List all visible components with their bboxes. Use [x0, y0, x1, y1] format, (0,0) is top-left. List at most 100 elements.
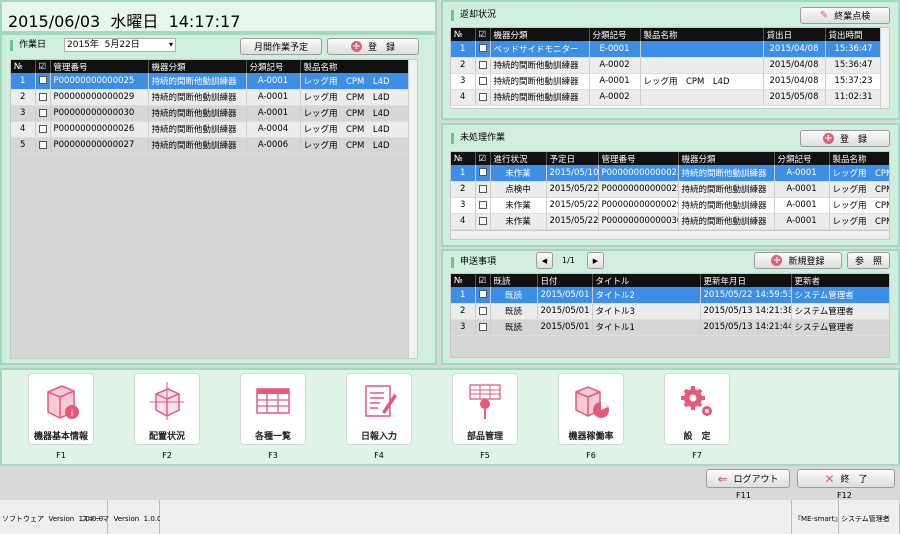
row-checkbox[interactable] [478, 200, 487, 209]
column-header[interactable]: 更新年月日 [700, 274, 792, 287]
column-header[interactable]: 機器分類 [678, 152, 775, 165]
column-header[interactable]: 日付 [537, 274, 593, 287]
column-header[interactable]: 機器分類 [148, 60, 247, 73]
column-header[interactable]: 管理番号 [598, 152, 679, 165]
row-checkbox[interactable] [478, 92, 487, 101]
row-checkbox[interactable] [478, 168, 487, 177]
row-checkbox-cell[interactable] [475, 181, 491, 198]
table-row[interactable]: 5 P00000000000027 持続的間断他動訓練器 A-0006 レッグ用 CPM… [11, 137, 408, 154]
table-row[interactable]: 1 未作業 2015/05/10 P00000000000022 持続的間断他動訓練器 A… [451, 165, 889, 182]
column-header[interactable]: 管理番号 [50, 60, 149, 73]
column-header[interactable]: 分類記号 [774, 152, 830, 165]
column-header[interactable]: 更新者 [791, 274, 889, 287]
notice-next-button[interactable]: ▶ [587, 252, 604, 269]
function-key-f1[interactable]: i 機器基本情報 [28, 373, 94, 445]
function-key-f2[interactable]: 配置状況 [134, 373, 200, 445]
column-header[interactable]: 進行状況 [490, 152, 547, 165]
row-checkbox[interactable] [38, 108, 47, 117]
row-checkbox[interactable] [38, 140, 47, 149]
row-checkbox[interactable] [478, 60, 487, 69]
row-checkbox-cell[interactable] [475, 57, 491, 74]
table-row[interactable]: 2 持続的間断他動訓練器 A-0002 2015/04/08 15:36:47 [451, 57, 880, 74]
table-row[interactable]: 2 点検中 2015/05/22 P00000000000025 持続的間断他動訓練器 A… [451, 181, 889, 198]
row-checkbox-cell[interactable] [475, 41, 491, 58]
notice-reference-button[interactable]: 参 照 [847, 252, 890, 269]
column-header[interactable]: № [11, 60, 36, 73]
row-checkbox-cell[interactable] [475, 89, 491, 106]
notice-new-button[interactable]: + 新規登録 [754, 252, 842, 269]
row-checkbox-cell[interactable] [35, 121, 51, 138]
function-key-f6[interactable]: 機器稼働率 [558, 373, 624, 445]
table-row[interactable]: 3 P00000000000030 持続的間断他動訓練器 A-0001 レッグ用 CPM… [11, 105, 408, 122]
table-row[interactable]: 4 未作業 2015/05/22 P00000000000030 持続的間断他動訓練器 A… [451, 213, 889, 230]
column-header[interactable]: 貸出日 [763, 28, 826, 41]
row-checkbox-cell[interactable] [35, 89, 51, 106]
table-row[interactable]: 3 持続的間断他動訓練器 A-0001 レッグ用 CPM L4D 2015/04/08 1… [451, 73, 880, 90]
return-vertical-scrollbar[interactable] [880, 28, 889, 108]
table-row[interactable]: 1 ベッドサイドモニター E-0001 2015/04/08 15:36:47 [451, 41, 880, 58]
column-header[interactable]: ☑ [475, 274, 491, 287]
table-row[interactable]: 3 既読 2015/05/01 タイトル1 2015/05/13 14:21:44 システ… [451, 319, 889, 336]
function-key-f4[interactable]: 日報入力 [346, 373, 412, 445]
column-header[interactable]: 貸出時間 [825, 28, 880, 41]
table-row[interactable]: 3 未作業 2015/05/22 P00000000000029 持続的間断他動訓練器 A… [451, 197, 889, 214]
column-header[interactable]: 製品名称 [640, 28, 764, 41]
row-checkbox[interactable] [38, 124, 47, 133]
column-header[interactable]: 予定日 [546, 152, 599, 165]
table-row[interactable]: 1 既読 2015/05/01 タイトル2 2015/05/22 14:59:53 システ… [451, 287, 889, 304]
notice-prev-button[interactable]: ◀ [536, 252, 553, 269]
column-header[interactable]: № [451, 152, 476, 165]
daily-check-button[interactable]: ✎ 終業点検 [800, 7, 890, 24]
row-checkbox-cell[interactable] [475, 197, 491, 214]
column-header[interactable]: 分類記号 [246, 60, 301, 73]
column-header[interactable]: 製品名称 [300, 60, 408, 73]
row-checkbox-cell[interactable] [35, 105, 51, 122]
row-checkbox[interactable] [478, 44, 487, 53]
column-header[interactable]: ☑ [475, 152, 491, 165]
column-header[interactable]: № [451, 274, 476, 287]
column-header[interactable]: タイトル [592, 274, 701, 287]
row-checkbox-cell[interactable] [475, 303, 491, 320]
cell-name: レッグ用 CPM [829, 181, 889, 198]
column-header[interactable]: ☑ [35, 60, 51, 73]
table-row[interactable]: 4 P00000000000026 持続的間断他動訓練器 A-0004 レッグ用 CPM… [11, 121, 408, 138]
column-header[interactable]: № [451, 28, 476, 41]
column-header[interactable]: 既読 [490, 274, 538, 287]
work-vertical-scrollbar[interactable] [408, 60, 417, 358]
function-key-f5[interactable]: 部品管理 [452, 373, 518, 445]
row-checkbox[interactable] [478, 290, 487, 299]
calendar-dropdown-icon[interactable]: ▾ [169, 39, 173, 51]
table-row[interactable]: 2 P00000000000029 持続的間断他動訓練器 A-0001 レッグ用 CPM… [11, 89, 408, 106]
function-key-f3[interactable]: 各種一覧 [240, 373, 306, 445]
row-checkbox[interactable] [478, 322, 487, 331]
exit-button[interactable]: ✕ 終 了 [797, 469, 895, 488]
row-checkbox-cell[interactable] [35, 137, 51, 154]
work-date-picker[interactable]: 2015年 5月22日 ▾ [64, 38, 176, 52]
column-header[interactable]: 分類記号 [589, 28, 641, 41]
work-register-button[interactable]: + 登 録 [327, 38, 419, 55]
row-checkbox[interactable] [478, 184, 487, 193]
row-checkbox-cell[interactable] [475, 213, 491, 230]
row-checkbox-cell[interactable] [475, 287, 491, 304]
row-checkbox[interactable] [38, 76, 47, 85]
pending-horizontal-scrollbar[interactable] [451, 230, 889, 239]
pending-register-button[interactable]: + 登 録 [800, 130, 890, 147]
table-row[interactable]: 2 既読 2015/05/01 タイトル3 2015/05/13 14:21:38 システ… [451, 303, 889, 320]
column-header[interactable]: 製品名称 [829, 152, 889, 165]
row-checkbox-cell[interactable] [475, 319, 491, 336]
column-header[interactable]: ☑ [475, 28, 491, 41]
row-checkbox-cell[interactable] [475, 73, 491, 90]
logout-button[interactable]: ⇐ ログアウト [706, 469, 790, 488]
row-checkbox[interactable] [478, 306, 487, 315]
row-checkbox-cell[interactable] [475, 165, 491, 182]
monthly-schedule-button[interactable]: 月間作業予定 [240, 38, 322, 55]
table-row[interactable]: 1 P00000000000025 持続的間断他動訓練器 A-0001 レッグ用 CPM… [11, 73, 408, 90]
function-key-f7[interactable]: 設 定 [664, 373, 730, 445]
row-checkbox-cell[interactable] [35, 73, 51, 90]
row-checkbox[interactable] [478, 76, 487, 85]
table-row[interactable]: 4 持続的間断他動訓練器 A-0002 2015/05/08 11:02:31 [451, 89, 880, 106]
row-checkbox[interactable] [478, 216, 487, 225]
work-register-label: 登 録 [367, 43, 395, 53]
row-checkbox[interactable] [38, 92, 47, 101]
column-header[interactable]: 機器分類 [490, 28, 590, 41]
